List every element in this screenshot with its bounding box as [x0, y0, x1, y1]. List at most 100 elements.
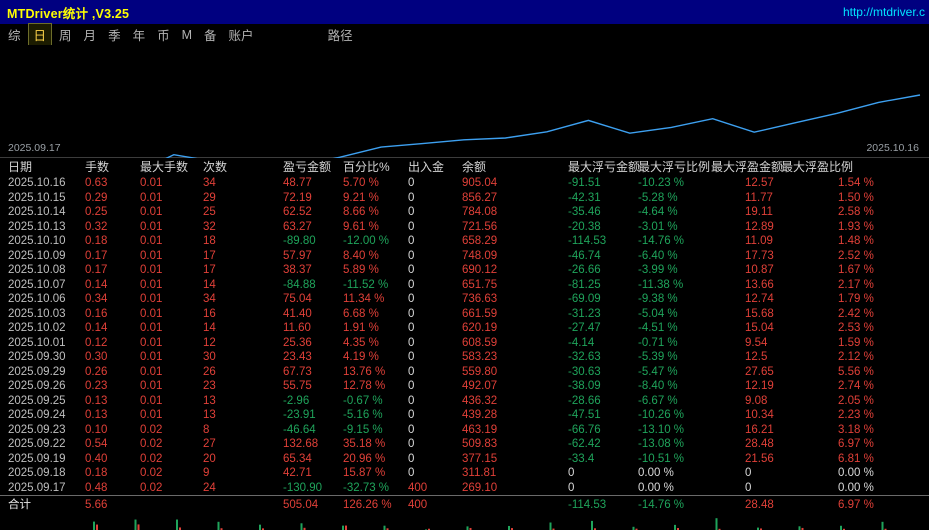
- cell: 784.08: [462, 206, 498, 218]
- table-row[interactable]: 2025.10.08 0.17 0.01 17 38.37 5.89 % 0 690.12 -2…: [0, 263, 929, 278]
- cell: 1.91 %: [343, 322, 379, 334]
- table-row[interactable]: 2025.09.19 0.40 0.02 20 65.34 20.96 % 0 377.15 -…: [0, 452, 929, 467]
- cell: -46.74: [568, 249, 601, 262]
- table-row[interactable]: 2025.10.03 0.16 0.01 16 41.40 6.68 % 0 661.59 -3…: [0, 307, 929, 322]
- menu-item-备[interactable]: 备: [199, 24, 222, 45]
- column-header[interactable]: 出入金: [408, 158, 462, 176]
- table-row[interactable]: 2025.09.24 0.13 0.01 13 -23.91 -5.16 % 0 439.28…: [0, 408, 929, 423]
- cell: 1.59 %: [838, 336, 874, 349]
- title-bar: MTDriver统计 ,V3.25 http://mtdriver.c: [0, 0, 929, 24]
- table-row[interactable]: 2025.10.01 0.12 0.01 12 25.36 4.35 % 0 608.59 -4…: [0, 336, 929, 351]
- cell: 0.25: [85, 206, 108, 218]
- total-label: 合计: [8, 499, 31, 511]
- cell: 4.35 %: [343, 336, 379, 349]
- cell: 0.01: [140, 278, 163, 291]
- table-row[interactable]: 2025.10.15 0.29 0.01 29 72.19 9.21 % 0 856.27 -4…: [0, 191, 929, 206]
- cell: 18: [203, 235, 216, 247]
- app-title: MTDriver统计 ,V3.25: [7, 6, 130, 21]
- column-header[interactable]: 最大浮盈比例: [781, 158, 872, 176]
- table-row[interactable]: 2025.10.10 0.18 0.01 18 -89.80 -12.00 % 0 658.2…: [0, 234, 929, 249]
- cell: 0.01: [140, 235, 163, 247]
- column-header[interactable]: 百分比%: [343, 158, 408, 176]
- menu-item-M[interactable]: M: [177, 27, 197, 43]
- cell: 5.89 %: [343, 264, 379, 276]
- cell: 62.52: [283, 206, 312, 218]
- menu-item-path[interactable]: 路径: [323, 24, 358, 45]
- cell: 2025.10.02: [8, 322, 66, 334]
- cell: 2.42 %: [838, 307, 874, 320]
- cell: 6.97 %: [838, 438, 874, 450]
- cell: 0: [408, 264, 415, 276]
- cell: 2.17 %: [838, 278, 874, 291]
- cell: 856.27: [462, 191, 498, 204]
- column-header[interactable]: 日期: [8, 158, 85, 176]
- cell: -31.23: [568, 307, 601, 320]
- column-header[interactable]: 余额: [462, 158, 568, 176]
- cell: 4.19 %: [343, 351, 379, 363]
- menu-item-季[interactable]: 季: [103, 24, 126, 45]
- table-row[interactable]: 2025.09.30 0.30 0.01 30 23.43 4.19 % 0 583.23 -3…: [0, 350, 929, 365]
- cell: 9.61 %: [343, 220, 379, 233]
- cell: 2025.10.06: [8, 293, 66, 305]
- table-row[interactable]: 2025.10.14 0.25 0.01 25 62.52 8.66 % 0 784.08 -3…: [0, 205, 929, 220]
- cell: 2025.09.29: [8, 365, 66, 378]
- menu-item-月[interactable]: 月: [79, 24, 102, 45]
- table-row[interactable]: 2025.10.16 0.63 0.01 34 48.77 5.70 % 0 905.04 -9…: [0, 176, 929, 191]
- table-row[interactable]: 2025.10.02 0.14 0.01 14 11.60 1.91 % 0 620.19 -2…: [0, 321, 929, 336]
- menu-item-周[interactable]: 周: [54, 24, 77, 45]
- cell: 0: [408, 467, 415, 479]
- table-row[interactable]: 2025.10.06 0.34 0.01 34 75.04 11.34 % 0 736.63 -…: [0, 292, 929, 307]
- cell: 0: [568, 481, 575, 494]
- cell: 0: [408, 322, 415, 334]
- table-row[interactable]: 2025.09.18 0.18 0.02 9 42.71 15.87 % 0 311.81 0 0…: [0, 466, 929, 481]
- cell: -46.64: [283, 423, 316, 436]
- cell: 41.40: [283, 307, 312, 320]
- table-row[interactable]: 2025.09.25 0.13 0.01 13 -2.96 -0.67 % 0 436.32 -…: [0, 394, 929, 409]
- cell: 0: [408, 452, 415, 465]
- cell: -5.47 %: [638, 365, 678, 378]
- cell: 9: [203, 467, 210, 479]
- menu-item-年[interactable]: 年: [128, 24, 151, 45]
- app-url-link[interactable]: http://mtdriver.c: [843, 5, 925, 19]
- table-row[interactable]: 2025.09.26 0.23 0.01 23 55.75 12.78 % 0 492.07 -…: [0, 379, 929, 394]
- table-row[interactable]: 2025.10.13 0.32 0.01 32 63.27 9.61 % 0 721.56 -2…: [0, 220, 929, 235]
- cell: -130.90: [283, 481, 323, 494]
- table-row[interactable]: 2025.09.29 0.26 0.01 26 67.73 13.76 % 0 559.80 -…: [0, 365, 929, 380]
- table-row[interactable]: 2025.09.17 0.48 0.02 24 -130.90 -32.73 % 400 26…: [0, 481, 929, 496]
- cell: 2025.09.18: [8, 467, 66, 479]
- cell: 0.34: [85, 293, 108, 305]
- table-row[interactable]: 2025.10.09 0.17 0.01 17 57.97 8.40 % 0 748.09 -4…: [0, 249, 929, 264]
- total-max-float-loss-pct: -14.76 %: [638, 499, 685, 511]
- cell: 0.01: [140, 177, 163, 189]
- cell: 12.78 %: [343, 380, 386, 392]
- table-row[interactable]: 2025.09.23 0.10 0.02 8 -46.64 -9.15 % 0 463.19 -…: [0, 423, 929, 438]
- total-pct: 126.26 %: [343, 499, 392, 511]
- cell: 2025.10.09: [8, 249, 66, 262]
- menu-item-综[interactable]: 综: [3, 24, 26, 45]
- menu-item-账户[interactable]: 账户: [224, 24, 259, 45]
- cell: 0.01: [140, 220, 163, 233]
- column-header[interactable]: 最大浮亏金额: [568, 158, 640, 176]
- table-row[interactable]: 2025.10.07 0.14 0.01 14 -84.88 -11.52 % 0 651.7…: [0, 278, 929, 293]
- column-header[interactable]: 最大手数: [140, 158, 203, 176]
- column-header[interactable]: 盈亏金额: [283, 158, 343, 176]
- cell: 20.96 %: [343, 452, 386, 465]
- cell: 658.29: [462, 235, 498, 247]
- menu-item-日[interactable]: 日: [27, 23, 53, 46]
- cell: 0: [408, 423, 415, 436]
- cell: -66.76: [568, 423, 601, 436]
- cell: 27.65: [745, 365, 774, 378]
- column-header[interactable]: 次数: [203, 158, 283, 176]
- cell: -47.51: [568, 409, 601, 421]
- table-row[interactable]: 2025.09.22 0.54 0.02 27 132.68 35.18 % 0 509.83…: [0, 437, 929, 452]
- column-header[interactable]: 手数: [85, 158, 140, 176]
- cell: -5.39 %: [638, 351, 678, 363]
- cell: -4.64 %: [638, 206, 678, 218]
- cell: 0.02: [140, 423, 163, 436]
- cell: 2025.09.26: [8, 380, 66, 392]
- cell: 0.26: [85, 365, 108, 378]
- total-max-float-profit-pct: 6.97 %: [838, 499, 874, 511]
- cell: 0.17: [85, 264, 108, 276]
- menu-item-币[interactable]: 币: [152, 24, 175, 45]
- cell: 15.04: [745, 322, 774, 334]
